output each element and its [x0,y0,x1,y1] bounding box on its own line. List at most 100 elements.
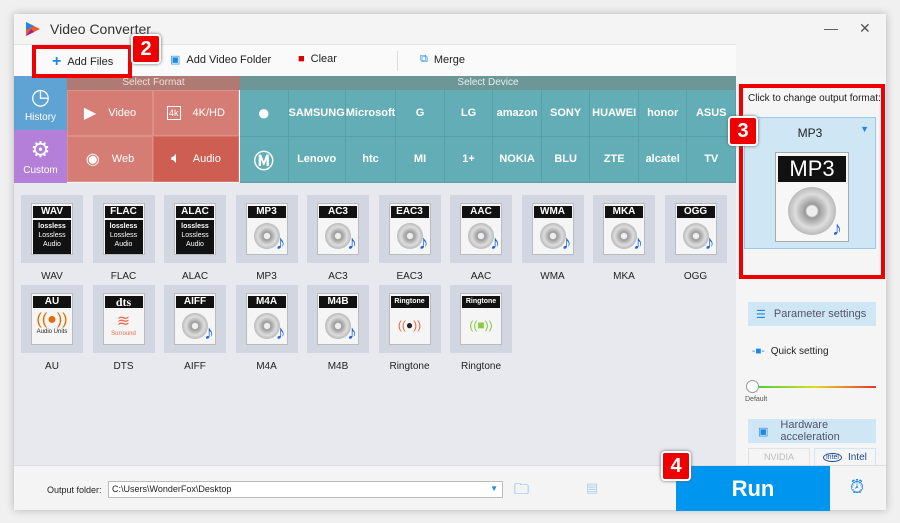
intel-logo: intel [823,452,842,462]
device-icon-motorola[interactable]: Ⓜ [240,136,289,183]
divider [397,51,398,71]
intel-option[interactable]: intel Intel [814,448,876,466]
format-video-tab[interactable]: ▶ Video [67,90,153,136]
format-tile-m4a[interactable]: M4A [235,285,298,353]
intel-label: Intel [847,451,867,463]
clear-button[interactable]: ■ Clear [298,53,337,65]
merge-icon: ⧉ [420,53,428,65]
disc-format-icon: AC3 [317,203,359,255]
parameter-settings-button[interactable]: ☰ Parameter settings [748,302,876,326]
video-folder-icon[interactable]: ▤ [586,480,598,496]
custom-button[interactable]: ⚙ Custom [14,130,67,183]
lossless-badge: lossless Lossless Audio [104,220,143,254]
folder-icon: ▣ [170,54,181,66]
device-label: SAMSUNG [288,106,345,119]
format-tile-alac[interactable]: ALAC lossless Lossless Audio [164,195,226,263]
format-label: AAC [470,271,492,282]
device-label: ASUS [695,106,727,119]
device-g[interactable]: G [396,90,445,137]
format-tile-dts[interactable]: dts ≋ Surround [92,285,155,353]
device-label: Microsoft [345,106,396,119]
lossless-line: Audio [186,241,204,248]
device-sony[interactable]: SONY [541,90,591,137]
format-tile-eac3[interactable]: EAC3 [378,195,441,263]
disc-icon [539,223,572,255]
device-huawei[interactable]: HUAWEI [590,90,639,137]
format-label: ALAC [181,271,209,282]
device-1[interactable]: 1+ [444,136,494,183]
icon-text: EAC3 [390,206,429,218]
merge-button[interactable]: ⧉ Merge [420,53,465,66]
format-label: Audio [192,153,221,165]
device-samsung[interactable]: SAMSUNG [288,90,346,137]
format-web-tab[interactable]: ◉ Web [67,136,153,182]
apple-icon: ● [257,99,271,125]
device-mi[interactable]: MI [396,136,445,183]
device-label: alcatel [645,153,680,166]
format-tile-mp3[interactable]: MP3 [235,195,298,263]
format-tile-aiff[interactable]: AIFF [164,285,226,353]
format-tile-mka[interactable]: MKA [593,195,655,263]
icon-subtext: Audio Units [36,329,68,335]
lossless-line: Lossless [109,232,138,239]
format-tile-aac[interactable]: AAC [450,195,512,263]
disc-format-icon: AIFF [174,293,216,345]
format-tile-m4b[interactable]: M4B [307,285,369,353]
run-button[interactable]: Run [676,466,830,511]
lossless-format-icon: FLAC lossless Lossless Audio [102,203,145,255]
device-alcatel[interactable]: alcatel [638,136,688,183]
quality-slider-handle[interactable] [746,380,759,393]
minimize-button[interactable]: — [824,20,838,36]
au-format-icon: AU ((●)) Audio Units [31,293,73,345]
merge-label: Merge [433,53,466,66]
format-tile-ringtone[interactable]: Ringtone ((●)) [378,285,441,353]
lossless-format-icon: WAV lossless Lossless Audio [31,203,73,255]
output-folder-label: Output folder: [47,485,102,495]
format-label: MKA [613,271,635,282]
format-label: Video [108,107,137,119]
format-tile-ringtone[interactable]: Ringtone ((■)) [450,285,512,353]
output-folder-input[interactable]: C:\Users\WonderFox\Desktop ▼ [108,481,503,498]
format-4k-tab[interactable]: 4k 4K/HD [153,90,239,136]
device-zte[interactable]: ZTE [590,136,639,183]
device-blu[interactable]: BLU [541,136,591,183]
close-button[interactable]: ✕ [859,20,871,37]
format-tile-flac[interactable]: FLAC lossless Lossless Audio [92,195,155,263]
history-button[interactable]: ◷ History [14,76,67,130]
lossless-format-icon: ALAC lossless Lossless Audio [174,203,216,255]
hardware-acceleration-toggle[interactable]: ▣ Hardware acceleration [748,419,876,443]
alarm-clock-icon[interactable]: ⏰︎ [850,477,864,498]
nvidia-option[interactable]: NVIDIA [748,448,810,466]
format-tile-ogg[interactable]: OGG [664,195,727,263]
format-tile-wma[interactable]: WMA [521,195,584,263]
step-badge: 2 [131,34,161,64]
add-video-folder-button[interactable]: ▣ Add Video Folder [170,53,271,67]
dropdown-arrow-icon[interactable]: ▼ [490,484,498,493]
format-tile-au[interactable]: AU ((●)) Audio Units [21,285,83,353]
device-label: G [415,106,425,119]
device-icon-apple[interactable]: ● [240,90,289,137]
android-ringtone-icon: ((■)) [469,318,493,332]
device-label: Lenovo [297,153,337,166]
device-amazon[interactable]: amazon [493,90,542,137]
device-label: ZTE [603,153,625,166]
quality-slider[interactable] [754,386,876,388]
device-microsoft[interactable]: Microsoft [345,90,397,137]
open-folder-icon[interactable]: 🗀︎ [514,479,529,504]
format-audio-tab[interactable]: 🔈︎ Audio [153,136,239,182]
4k-icon: 4k [167,106,181,120]
device-honor[interactable]: honor [638,90,688,137]
format-label: OGG [683,271,708,282]
format-label: WMA [540,271,565,282]
disc-icon [253,313,286,345]
lossless-line: Lossless [38,232,66,239]
device-lenovo[interactable]: Lenovo [288,136,346,183]
device-label: HUAWEI [592,106,637,119]
device-htc[interactable]: htc [345,136,397,183]
format-label: Ringtone [460,361,502,372]
device-nokia[interactable]: NOKIA [493,136,542,183]
format-tile-wav[interactable]: WAV lossless Lossless Audio [21,195,83,263]
device-lg[interactable]: LG [444,90,494,137]
format-tile-ac3[interactable]: AC3 [307,195,369,263]
icon-text: MP3 [247,206,286,218]
